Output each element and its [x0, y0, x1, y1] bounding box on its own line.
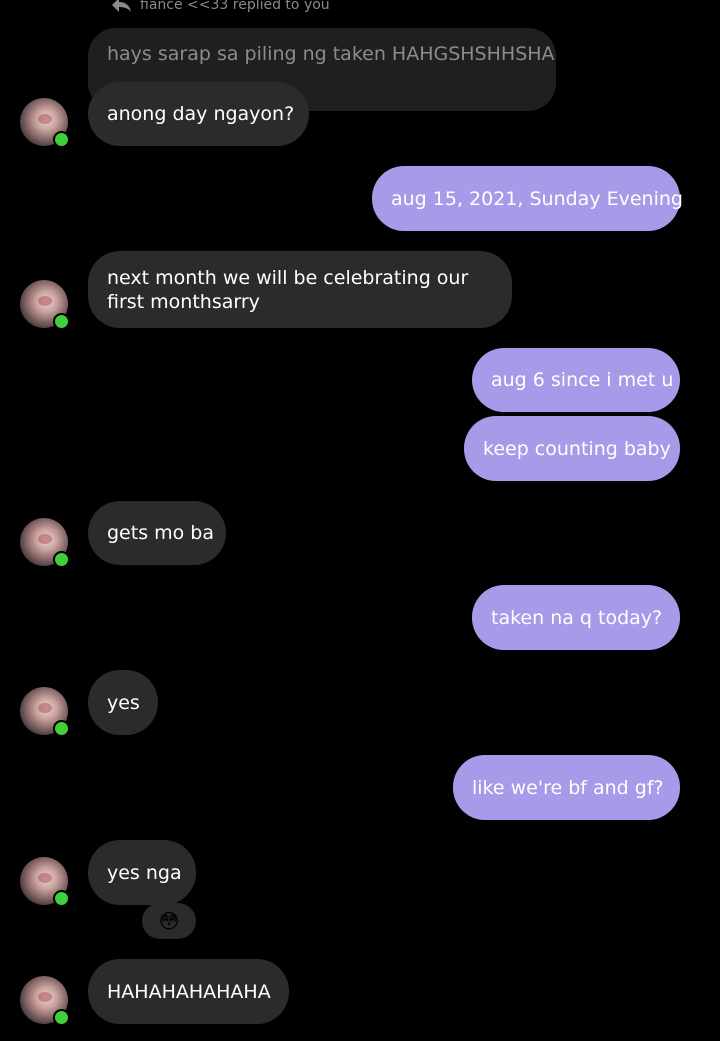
flushed-face-emoji-icon: 😳 [158, 909, 180, 933]
message-text: aug 15, 2021, Sunday Evening [391, 187, 683, 210]
message-text: hays sarap sa piling ng taken HAHGSHSHHS… [107, 43, 555, 65]
contact-avatar[interactable] [20, 98, 70, 148]
online-status-dot [53, 313, 70, 330]
message-text: next month we will be celebrating our fi… [107, 266, 469, 313]
incoming-message-bubble[interactable]: yes [88, 670, 158, 735]
outgoing-message-bubble[interactable]: keep counting baby [464, 416, 680, 481]
message-text: keep counting baby [483, 437, 671, 460]
online-status-dot [53, 131, 70, 148]
online-status-dot [53, 720, 70, 737]
message-text: yes [107, 691, 140, 714]
online-status-dot [53, 1009, 70, 1026]
contact-avatar[interactable] [20, 857, 70, 907]
contact-avatar[interactable] [20, 687, 70, 737]
message-text: yes nga [107, 861, 182, 884]
contact-avatar[interactable] [20, 976, 70, 1026]
message-text: taken na q today? [491, 606, 663, 629]
reaction-badge[interactable]: 😳 [142, 903, 196, 939]
reply-arrow-icon [112, 0, 131, 12]
online-status-dot [53, 890, 70, 907]
outgoing-message-bubble[interactable]: aug 6 since i met u [472, 348, 680, 412]
outgoing-message-bubble[interactable]: like we're bf and gf? [453, 755, 680, 820]
message-text: like we're bf and gf? [472, 776, 664, 799]
outgoing-message-bubble[interactable]: aug 15, 2021, Sunday Evening [372, 166, 683, 231]
message-text: gets mo ba [107, 522, 215, 544]
reply-indicator: fiance <<33 replied to you [110, 0, 330, 17]
outgoing-message-bubble[interactable]: taken na q today? [472, 585, 680, 650]
reply-indicator-text: fiance <<33 replied to you [140, 0, 330, 13]
incoming-message-bubble[interactable]: yes nga [88, 840, 196, 905]
incoming-message-bubble[interactable]: gets mo ba [88, 501, 226, 565]
incoming-message-bubble[interactable]: HAHAHAHAHAHA [88, 959, 289, 1024]
message-text: aug 6 since i met u [491, 369, 674, 391]
incoming-message-bubble[interactable]: next month we will be celebrating our fi… [88, 251, 512, 328]
contact-avatar[interactable] [20, 280, 70, 330]
contact-avatar[interactable] [20, 518, 70, 568]
incoming-message-bubble[interactable]: anong day ngayon? [88, 82, 309, 146]
message-text: HAHAHAHAHAHA [107, 980, 271, 1003]
message-text: anong day ngayon? [107, 103, 295, 125]
online-status-dot [53, 551, 70, 568]
